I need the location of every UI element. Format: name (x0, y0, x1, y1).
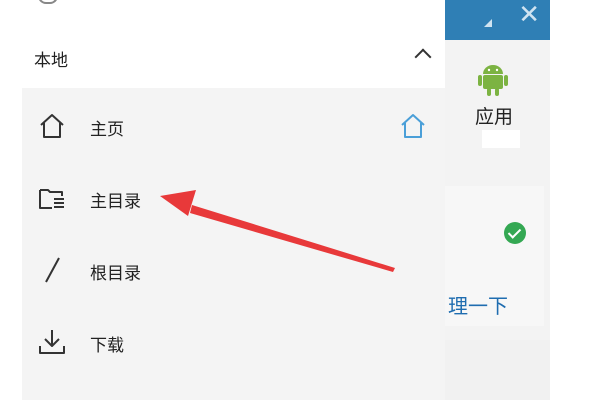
home-icon (40, 114, 64, 138)
home-badge-icon[interactable] (399, 112, 427, 140)
edge-strip (550, 0, 600, 400)
app-header-bar: ✕ (430, 0, 550, 40)
drawer-item-label: 根目录 (90, 264, 141, 284)
drawer-item-home-directory[interactable]: 主目录 (22, 162, 445, 232)
drawer-item-home[interactable]: 主页 (22, 90, 445, 160)
app-label: 应用 (475, 106, 514, 128)
partial-icon (38, 0, 58, 4)
download-icon (39, 330, 65, 354)
chevron-up-icon[interactable] (414, 48, 432, 66)
navigation-drawer: 本地 主页 主目录 根目录 下载 (0, 0, 445, 400)
close-icon[interactable]: ✕ (518, 2, 540, 28)
background-app: ✕ 应用 理一下 (430, 0, 600, 400)
drawer-item-label: 主目录 (90, 192, 141, 212)
android-icon (478, 65, 508, 96)
drawer-item-root-directory[interactable]: 根目录 (22, 234, 445, 304)
drawer-list: 主页 主目录 根目录 下载 (22, 88, 445, 400)
manage-link[interactable]: 理一下 (448, 290, 508, 319)
check-icon (504, 222, 526, 244)
folder-list-icon (39, 189, 64, 209)
section-title: 本地 (34, 51, 68, 71)
signal-icon (484, 19, 492, 27)
drawer-item-label: 下载 (90, 336, 124, 356)
redacted-block (482, 130, 520, 148)
drawer-item-label: 主页 (90, 120, 124, 140)
bottom-card (430, 340, 550, 400)
drawer-item-downloads[interactable]: 下载 (22, 306, 445, 376)
slash-icon (45, 257, 60, 283)
drawer-header: 本地 (0, 0, 445, 88)
